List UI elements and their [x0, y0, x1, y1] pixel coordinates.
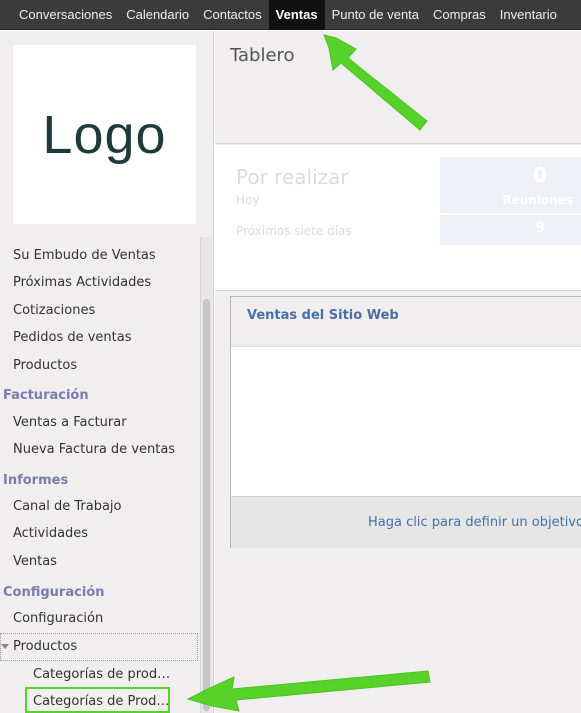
todo-week-label: Próximos siete días: [236, 224, 352, 238]
expand-triangle-icon: [1, 644, 9, 649]
nav-conversaciones[interactable]: Conversaciones: [12, 0, 119, 30]
page-title: Tablero: [230, 45, 295, 66]
sidebar-item-ventas[interactable]: Ventas: [0, 554, 200, 569]
nav-calendario[interactable]: Calendario: [119, 0, 196, 30]
highlight-box: [25, 687, 170, 713]
main-content: Tablero Por realizar Hoy Próximos siete …: [215, 31, 581, 713]
sidebar-header-informes: Informes: [3, 473, 69, 488]
company-logo[interactable]: Logo: [13, 45, 196, 224]
nav-contactos[interactable]: Contactos: [196, 0, 269, 30]
website-sales-footer: Haga clic para definir un objetivo: [231, 496, 581, 548]
logo-text: Logo: [42, 104, 167, 165]
meetings-stat-box[interactable]: 0 Reuniones: [440, 157, 581, 213]
sidebar-scrollbar[interactable]: [200, 237, 212, 713]
week-stat-box[interactable]: 9: [440, 215, 581, 245]
nav-inventario[interactable]: Inventario: [493, 0, 564, 30]
website-sales-title: Ventas del Sitio Web: [247, 308, 399, 323]
website-sales-panel: Ventas del Sitio Web Haga clic para defi…: [230, 296, 581, 548]
sidebar-item-nueva-factura[interactable]: Nueva Factura de ventas: [0, 442, 200, 457]
week-count: 9: [535, 220, 545, 236]
sidebar-item-embudo[interactable]: Su Embudo de Ventas: [0, 248, 200, 263]
sidebar-subitem-categorias-1[interactable]: Categorías de prod…: [0, 667, 200, 682]
todo-title: Por realizar: [236, 165, 349, 189]
sidebar: Logo Su Embudo de Ventas Próximas Activi…: [0, 31, 214, 713]
sidebar-item-pedidos[interactable]: Pedidos de ventas: [0, 330, 200, 345]
meetings-label: Reuniones: [502, 193, 573, 207]
todo-today-label: Hoy: [236, 193, 260, 207]
sidebar-item-proximas-actividades[interactable]: Próximas Actividades: [0, 275, 200, 290]
set-target-link[interactable]: Haga clic para definir un objetivo: [368, 515, 581, 530]
nav-compras[interactable]: Compras: [426, 0, 493, 30]
sidebar-item-configuracion[interactable]: Configuración: [0, 611, 200, 626]
nav-ventas[interactable]: Ventas: [268, 0, 325, 30]
website-sales-header: Ventas del Sitio Web: [231, 297, 581, 347]
sidebar-item-ventas-a-facturar[interactable]: Ventas a Facturar: [0, 415, 200, 430]
top-navigation-bar: Conversaciones Calendario Contactos Vent…: [0, 0, 581, 30]
sidebar-item-canal-de-trabajo[interactable]: Canal de Trabajo: [0, 499, 200, 514]
nav-punto-de-venta[interactable]: Punto de venta: [325, 0, 426, 30]
todo-panel: Por realizar Hoy Próximos siete días 0 R…: [215, 145, 581, 291]
sidebar-item-config-productos[interactable]: Productos: [0, 633, 198, 661]
page-header: Tablero: [215, 31, 581, 144]
sidebar-header-facturacion: Facturación: [3, 388, 89, 403]
sidebar-item-cotizaciones[interactable]: Cotizaciones: [0, 303, 200, 318]
sidebar-item-actividades[interactable]: Actividades: [0, 526, 200, 541]
sidebar-header-configuracion: Configuración: [3, 585, 105, 600]
sidebar-item-label: Productos: [13, 639, 78, 654]
sidebar-item-productos[interactable]: Productos: [0, 358, 200, 373]
scrollbar-thumb[interactable]: [203, 299, 210, 711]
meetings-count: 0: [533, 163, 547, 187]
